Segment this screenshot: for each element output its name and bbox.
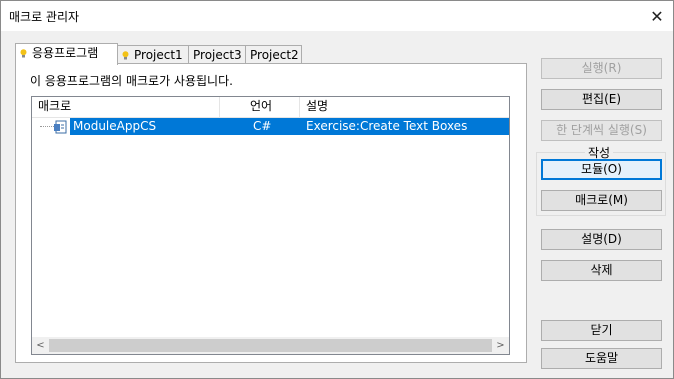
delete-button[interactable]: 삭제: [541, 260, 662, 281]
step-into-button[interactable]: 한 단계씩 실행(S): [541, 120, 662, 141]
module-button[interactable]: 모듈(O): [541, 159, 662, 180]
title-bar: 매크로 관리자 ✕: [1, 1, 673, 31]
tab-project2[interactable]: Project2: [245, 45, 302, 64]
cell-macro-name: ModuleAppCS: [70, 118, 220, 135]
tree-connector: [40, 126, 54, 127]
table-row[interactable]: ModuleAppCS C# Exercise:Create Text Boxe…: [32, 118, 509, 135]
tab-label: Project2: [250, 48, 299, 62]
macro-button[interactable]: 매크로(M): [541, 190, 662, 211]
horizontal-scrollbar[interactable]: < >: [32, 337, 509, 354]
close-icon[interactable]: ✕: [641, 1, 673, 31]
tab-project1[interactable]: Project1: [117, 45, 189, 64]
lightbulb-icon: [122, 51, 129, 60]
panel-description: 이 응용프로그램의 매크로가 사용됩니다.: [30, 74, 233, 88]
help-button[interactable]: 도움말: [541, 348, 662, 369]
tab-project3[interactable]: Project3: [188, 45, 246, 64]
window-title: 매크로 관리자: [9, 10, 80, 24]
macro-list[interactable]: 매크로 언어 설명 ModuleAppCS C# Exercise:Create…: [31, 96, 510, 355]
module-icon: [54, 120, 67, 134]
tab-panel: 이 응용프로그램의 매크로가 사용됩니다. 매크로 언어 설명 ModuleAp…: [15, 63, 527, 363]
close-button[interactable]: 닫기: [541, 320, 662, 341]
cell-description: Exercise:Create Text Boxes: [300, 118, 509, 135]
tab-label: Project3: [193, 48, 242, 62]
tab-label: Project1: [134, 48, 183, 62]
chevron-right-icon[interactable]: >: [492, 337, 509, 354]
list-header: 매크로 언어 설명: [32, 97, 509, 118]
cell-language: C#: [220, 118, 300, 135]
chevron-left-icon[interactable]: <: [32, 337, 49, 354]
column-header-language[interactable]: 언어: [220, 97, 300, 117]
column-header-macro[interactable]: 매크로: [32, 97, 220, 117]
scrollbar-thumb[interactable]: [49, 339, 492, 352]
lightbulb-icon: [20, 49, 27, 58]
tab-label: 응용프로그램: [32, 46, 99, 60]
describe-button[interactable]: 설명(D): [541, 229, 662, 250]
tab-application[interactable]: 응용프로그램: [15, 43, 118, 65]
macro-manager-dialog: 매크로 관리자 ✕ 응용프로그램 Project1 Project3 Proje…: [0, 0, 674, 379]
edit-button[interactable]: 편집(E): [541, 89, 662, 110]
run-button[interactable]: 실행(R): [541, 58, 662, 79]
column-header-description[interactable]: 설명: [300, 97, 509, 117]
